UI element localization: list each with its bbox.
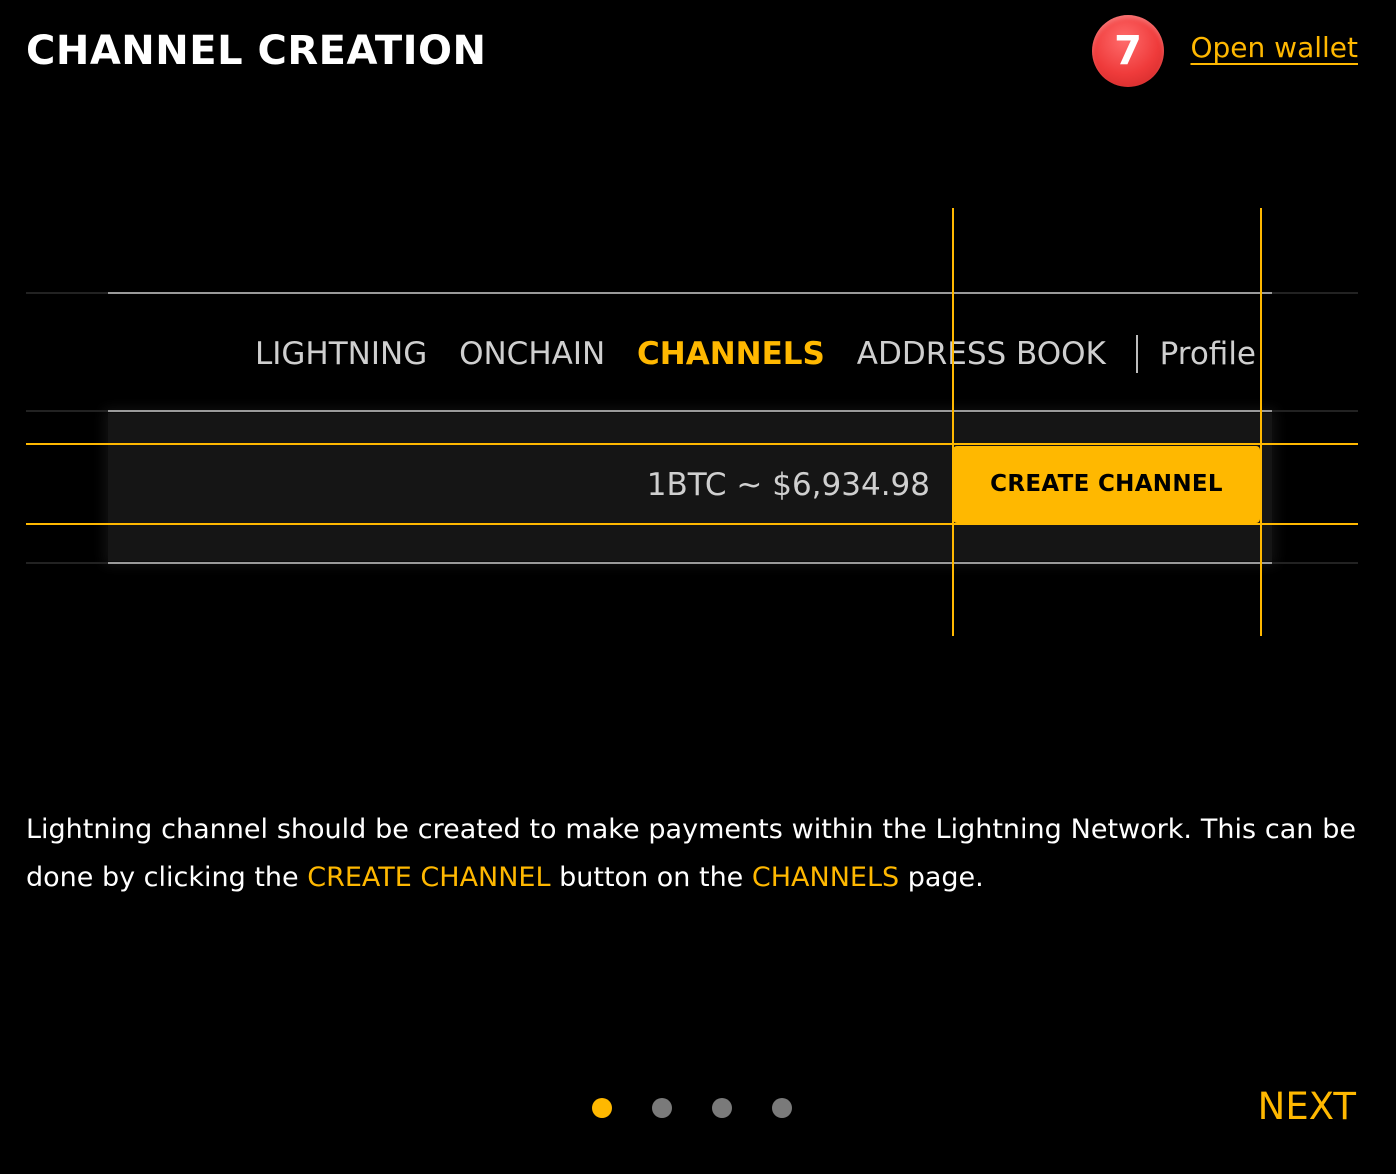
next-button[interactable]: NEXT <box>1258 1082 1356 1132</box>
pagination-dot-4[interactable] <box>772 1098 792 1118</box>
pagination-dot-1[interactable] <box>592 1098 612 1118</box>
nav-item-address-book: ADDRESS BOOK <box>856 335 1106 372</box>
guide-line-top <box>26 292 1358 294</box>
guide-line-left-vertical <box>952 208 954 636</box>
guide-line-bottom <box>26 562 1358 564</box>
page-title: CHANNEL CREATION <box>26 28 487 74</box>
guide-line-highlight-bottom <box>26 523 1358 525</box>
pagination-dot-3[interactable] <box>712 1098 732 1118</box>
nav-separator <box>1135 334 1138 373</box>
pagination-dot-2[interactable] <box>652 1098 672 1118</box>
guide-line-right-vertical <box>1260 208 1262 636</box>
description-part-3: page. <box>899 862 984 893</box>
nav-item-onchain: ONCHAIN <box>459 335 606 372</box>
description-highlight-create-channel: CREATE CHANNEL <box>307 862 551 893</box>
guide-line-nav-bottom <box>26 410 1358 412</box>
description-part-2: button on the <box>550 862 752 893</box>
description-text: Lightning channel should be created to m… <box>26 806 1356 902</box>
nav-item-lightning: LIGHTNING <box>255 335 428 372</box>
nav-item-channels: CHANNELS <box>637 335 825 372</box>
nav-item-profile: Profile <box>1159 335 1256 372</box>
guide-line-highlight-top <box>26 443 1358 445</box>
open-wallet-link[interactable]: Open wallet <box>1190 26 1358 70</box>
description-highlight-channels: CHANNELS <box>751 862 900 893</box>
step-badge: 7 <box>1092 15 1164 87</box>
create-channel-button-illustration: CREATE CHANNEL <box>953 446 1260 523</box>
btc-price: 1BTC ~ $6,934.98 <box>646 467 930 503</box>
illustration-nav: LIGHTNING ONCHAIN CHANNELS ADDRESS BOOK … <box>0 328 1256 376</box>
